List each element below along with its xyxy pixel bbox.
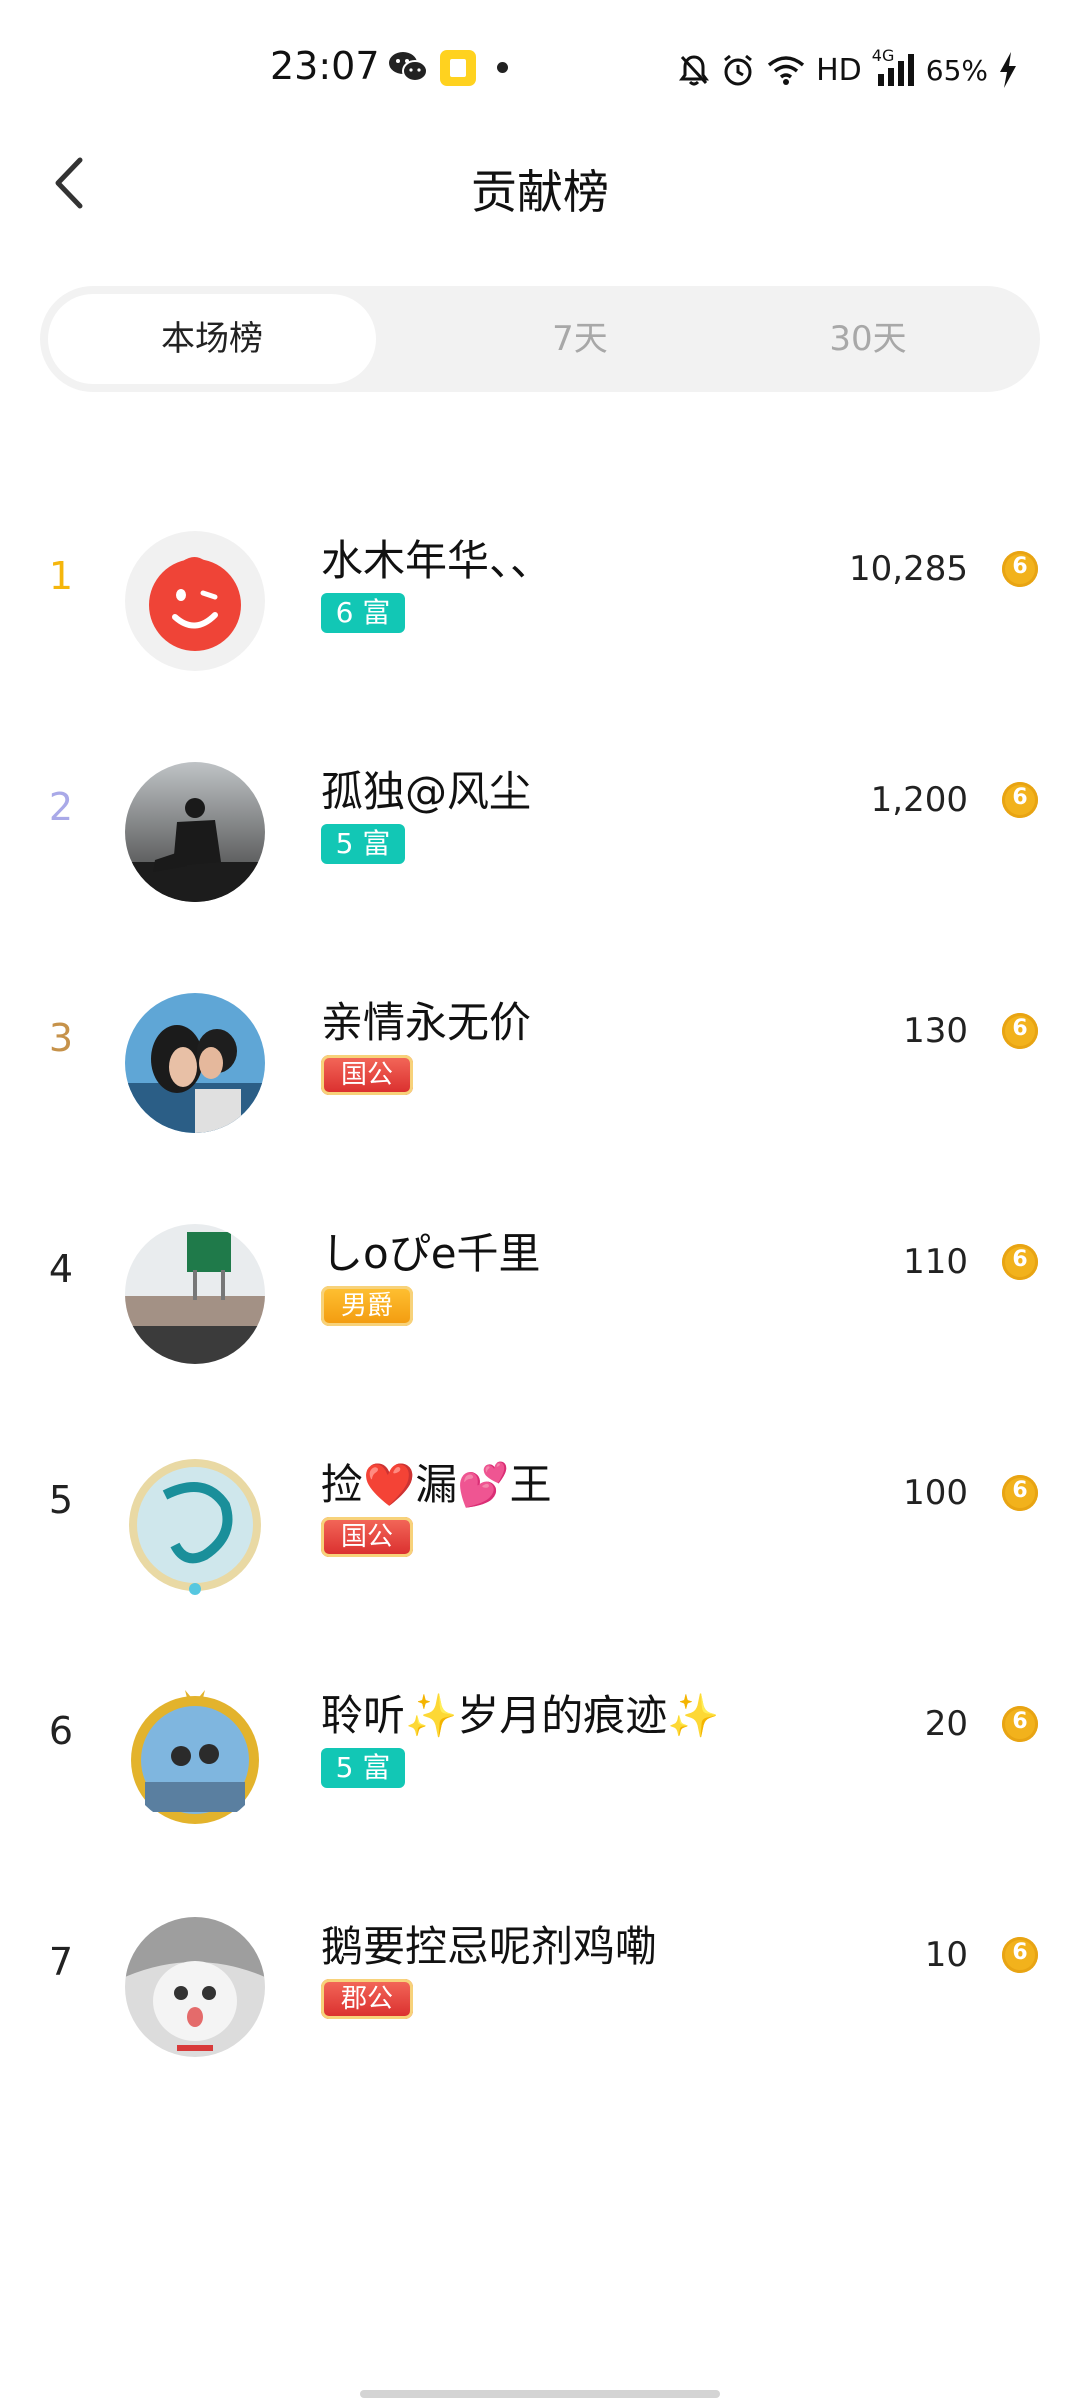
level-badge: 郡公: [321, 1979, 413, 2019]
network-label: HD: [816, 52, 862, 88]
user-name: 聆听✨岁月的痕迹✨: [321, 1691, 720, 1740]
coin-icon: [1002, 1475, 1038, 1511]
tab-30-days[interactable]: 30天: [704, 294, 1032, 384]
user-name: 孤独@风尘: [321, 767, 532, 816]
rank-number: 5: [48, 1478, 74, 1522]
page-title: 贡献榜: [471, 165, 609, 219]
status-time: 23:07: [270, 44, 380, 88]
list-item[interactable]: 7 鹅要控忌呢剂鸡嘞郡公 10: [0, 1847, 1080, 2078]
contribution-amount: 10: [924, 1935, 968, 1975]
rank-number: 1: [48, 554, 74, 598]
level-badge: 国公: [321, 1055, 413, 1095]
contribution-amount: 130: [903, 1011, 968, 1051]
home-indicator[interactable]: [360, 2390, 720, 2398]
level-badge-label: 国公: [340, 1060, 393, 1090]
list-item[interactable]: 4 しoぴe千里男爵 110: [0, 1154, 1080, 1385]
level-badge-label: 5 富: [335, 827, 391, 860]
level-badge-label: 男爵: [340, 1291, 393, 1321]
rank-number: 7: [48, 1940, 74, 1984]
coin-icon: [1002, 782, 1038, 818]
coin-icon: [1002, 1244, 1038, 1280]
coin-icon: [1002, 1706, 1038, 1742]
ranking-period-tabs: 本场榜 7天 30天: [40, 286, 1040, 392]
notification-dot-icon: [497, 62, 508, 73]
avatar[interactable]: [125, 1455, 265, 1595]
status-bar: 23:07 HD 4G 65%: [0, 0, 1080, 140]
tab-7-days[interactable]: 7天: [416, 294, 744, 384]
contribution-amount: 100: [903, 1473, 968, 1513]
avatar[interactable]: [125, 1224, 265, 1364]
level-badge-label: 郡公: [340, 1984, 393, 2014]
user-name: しoぴe千里: [321, 1229, 541, 1278]
avatar[interactable]: [125, 1917, 265, 2057]
cellular-signal-icon: 4G: [872, 46, 916, 88]
wechat-icon: [389, 52, 428, 82]
level-badge: 国公: [321, 1517, 413, 1557]
wifi-icon: [767, 56, 805, 85]
user-name: 鹅要控忌呢剂鸡嘞: [321, 1922, 658, 1971]
tab-this-session[interactable]: 本场榜: [48, 294, 376, 384]
charging-bolt-icon: [1000, 52, 1016, 88]
rank-number: 3: [48, 1016, 74, 1060]
contribution-amount: 20: [924, 1704, 968, 1744]
level-badge-label: 6 富: [335, 596, 391, 629]
rank-number: 6: [48, 1709, 74, 1753]
user-name: 亲情永无价: [321, 998, 532, 1047]
level-badge: 5 富: [321, 1748, 405, 1788]
rank-number: 4: [48, 1247, 74, 1291]
level-badge-label: 国公: [340, 1522, 393, 1552]
coin-icon: [1002, 1013, 1038, 1049]
level-badge: 男爵: [321, 1286, 413, 1326]
contribution-amount: 110: [903, 1242, 968, 1282]
avatar[interactable]: [125, 993, 265, 1133]
notebook-app-icon: [440, 50, 476, 86]
list-item[interactable]: 1 水木年华、、 6 富 10,285: [0, 461, 1080, 692]
level-badge-label: 5 富: [335, 1751, 391, 1784]
user-name: 捡❤️漏💕王: [321, 1460, 552, 1509]
avatar[interactable]: [125, 1686, 265, 1826]
level-badge: 6 富: [321, 593, 405, 633]
list-item[interactable]: 6 聆听✨岁月的痕迹✨ 5 富 20: [0, 1616, 1080, 1847]
contribution-amount: 10,285: [849, 549, 968, 589]
user-name: 水木年华、、: [321, 536, 553, 585]
battery-percent: 65%: [925, 53, 988, 87]
avatar[interactable]: [125, 762, 265, 902]
list-item[interactable]: 3 亲情永无价国公 130: [0, 923, 1080, 1154]
alarm-icon: [724, 54, 753, 86]
mute-bell-icon: [679, 55, 710, 86]
coin-icon: [1002, 1937, 1038, 1973]
avatar[interactable]: [125, 531, 265, 671]
coin-icon: [1002, 551, 1038, 587]
level-badge: 5 富: [321, 824, 405, 864]
contribution-amount: 1,200: [870, 780, 968, 820]
rank-number: 2: [48, 785, 74, 829]
list-item[interactable]: 2 孤独@风尘 5 富 1,200: [0, 692, 1080, 923]
list-item[interactable]: 5 捡❤️漏💕王国公 100: [0, 1385, 1080, 1616]
status-right-icons: HD 4G 65%: [678, 46, 1018, 90]
